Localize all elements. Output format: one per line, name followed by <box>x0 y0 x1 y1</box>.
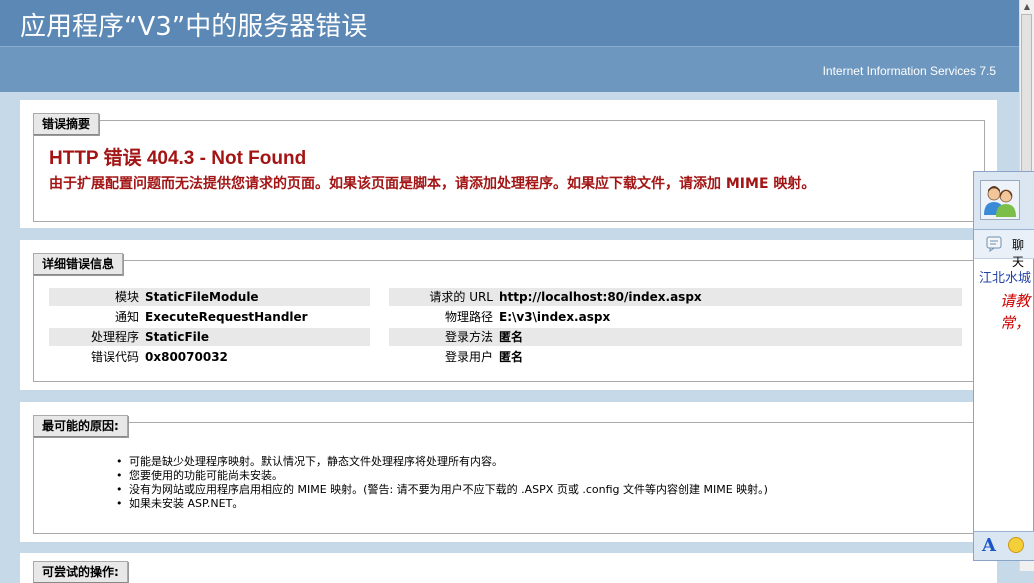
detail-row-error-code: 错误代码 0x80070032 <box>49 347 370 367</box>
chat-toolbar: A <box>974 531 1034 560</box>
scrollbar-thumb[interactable] <box>1021 14 1032 174</box>
cause-item: 如果未安装 ASP.NET。 <box>116 497 768 511</box>
detail-label: 处理程序 <box>49 328 145 346</box>
causes-box: 最可能的原因: 可能是缺少处理程序映射。默认情况下，静态文件处理程序将处理所有内… <box>33 415 985 534</box>
chat-widget-header <box>974 172 1034 230</box>
causes-panel: 最可能的原因: 可能是缺少处理程序映射。默认情况下，静态文件处理程序将处理所有内… <box>20 402 997 542</box>
chat-bubble-icon <box>986 236 1002 252</box>
error-details-legend: 详细错误信息 <box>33 253 124 275</box>
actions-legend: 可尝试的操作: <box>33 561 128 583</box>
detail-row-handler: 处理程序 StaticFile <box>49 327 370 347</box>
chat-message-line: 常， <box>1000 314 1031 332</box>
detail-value: StaticFile <box>145 328 370 346</box>
font-button[interactable]: A <box>982 535 996 556</box>
chat-location[interactable]: 江北水城 <box>979 267 1031 286</box>
detail-label: 物理路径 <box>444 310 493 324</box>
detail-row-logon-user: 登录用户 匿名 <box>389 347 962 367</box>
cause-item: 可能是缺少处理程序映射。默认情况下，静态文件处理程序将处理所有内容。 <box>116 455 768 469</box>
detail-value: ExecuteRequestHandler <box>145 310 308 324</box>
scroll-up-arrow-icon[interactable]: ▲ <box>1021 0 1033 14</box>
detail-value: 匿名 <box>499 350 524 364</box>
detail-value: StaticFileModule <box>145 288 370 306</box>
causes-list: 可能是缺少处理程序映射。默认情况下，静态文件处理程序将处理所有内容。 您要使用的… <box>116 455 768 511</box>
detail-row-module: 模块 StaticFileModule <box>49 287 370 307</box>
title-band: 应用程序“V3”中的服务器错误 <box>0 0 1034 46</box>
detail-label: 登录方法 <box>389 328 499 346</box>
detail-label: 通知 <box>114 310 139 324</box>
detail-label: 登录用户 <box>444 350 493 364</box>
detail-value: 匿名 <box>499 328 962 346</box>
cause-item: 没有为网站或应用程序启用相应的 MIME 映射。(警告: 请不要为用户不应下载的… <box>116 483 768 497</box>
page-header: 应用程序“V3”中的服务器错误 Internet Information Ser… <box>0 0 1034 92</box>
chat-widget[interactable]: 聊天 江北水城 请教 常， A <box>973 171 1034 561</box>
chat-message-line: 请教 <box>1000 292 1031 310</box>
details-left-table: 模块 StaticFileModule 通知 ExecuteRequestHan… <box>49 287 370 367</box>
error-details-box: 详细错误信息 模块 StaticFileModule 通知 ExecuteReq… <box>33 253 985 382</box>
error-summary-legend: 错误摘要 <box>33 113 100 135</box>
error-summary-panel: 错误摘要 HTTP 错误 404.3 - Not Found 由于扩展配置问题而… <box>20 100 997 228</box>
page-title: 应用程序“V3”中的服务器错误 <box>20 12 368 42</box>
cause-item: 您要使用的功能可能尚未安装。 <box>116 469 768 483</box>
detail-row-notification: 通知 ExecuteRequestHandler <box>49 307 370 327</box>
detail-row-logon-method: 登录方法 匿名 <box>389 327 962 347</box>
detail-value: E:\v3\index.aspx <box>499 310 611 324</box>
chat-label[interactable]: 聊天 <box>1012 236 1034 270</box>
detail-value: 0x80070032 <box>145 350 228 364</box>
detail-label: 模块 <box>49 288 145 306</box>
chat-message: 请教 常， <box>1000 290 1030 334</box>
chat-bar[interactable]: 聊天 <box>974 230 1034 269</box>
error-summary-box: 错误摘要 HTTP 错误 404.3 - Not Found 由于扩展配置问题而… <box>33 113 985 222</box>
detail-label: 错误代码 <box>90 350 139 364</box>
detail-value: http://localhost:80/index.aspx <box>499 288 962 306</box>
detail-row-physical-path: 物理路径 E:\v3\index.aspx <box>389 307 962 327</box>
error-title: HTTP 错误 404.3 - Not Found <box>49 148 307 169</box>
details-right-table: 请求的 URL http://localhost:80/index.aspx 物… <box>389 287 962 367</box>
actions-panel: 可尝试的操作: <box>20 553 997 583</box>
causes-legend: 最可能的原因: <box>33 415 128 437</box>
detail-label: 请求的 URL <box>389 288 499 306</box>
error-details-panel: 详细错误信息 模块 StaticFileModule 通知 ExecuteReq… <box>20 240 997 390</box>
error-description: 由于扩展配置问题而无法提供您请求的页面。如果该页面是脚本，请添加处理程序。如果应… <box>49 176 816 192</box>
detail-row-requested-url: 请求的 URL http://localhost:80/index.aspx <box>389 287 962 307</box>
user-group-icon[interactable] <box>980 180 1020 220</box>
smiley-icon[interactable] <box>1008 537 1024 553</box>
server-name: Internet Information Services 7.5 <box>822 64 996 78</box>
